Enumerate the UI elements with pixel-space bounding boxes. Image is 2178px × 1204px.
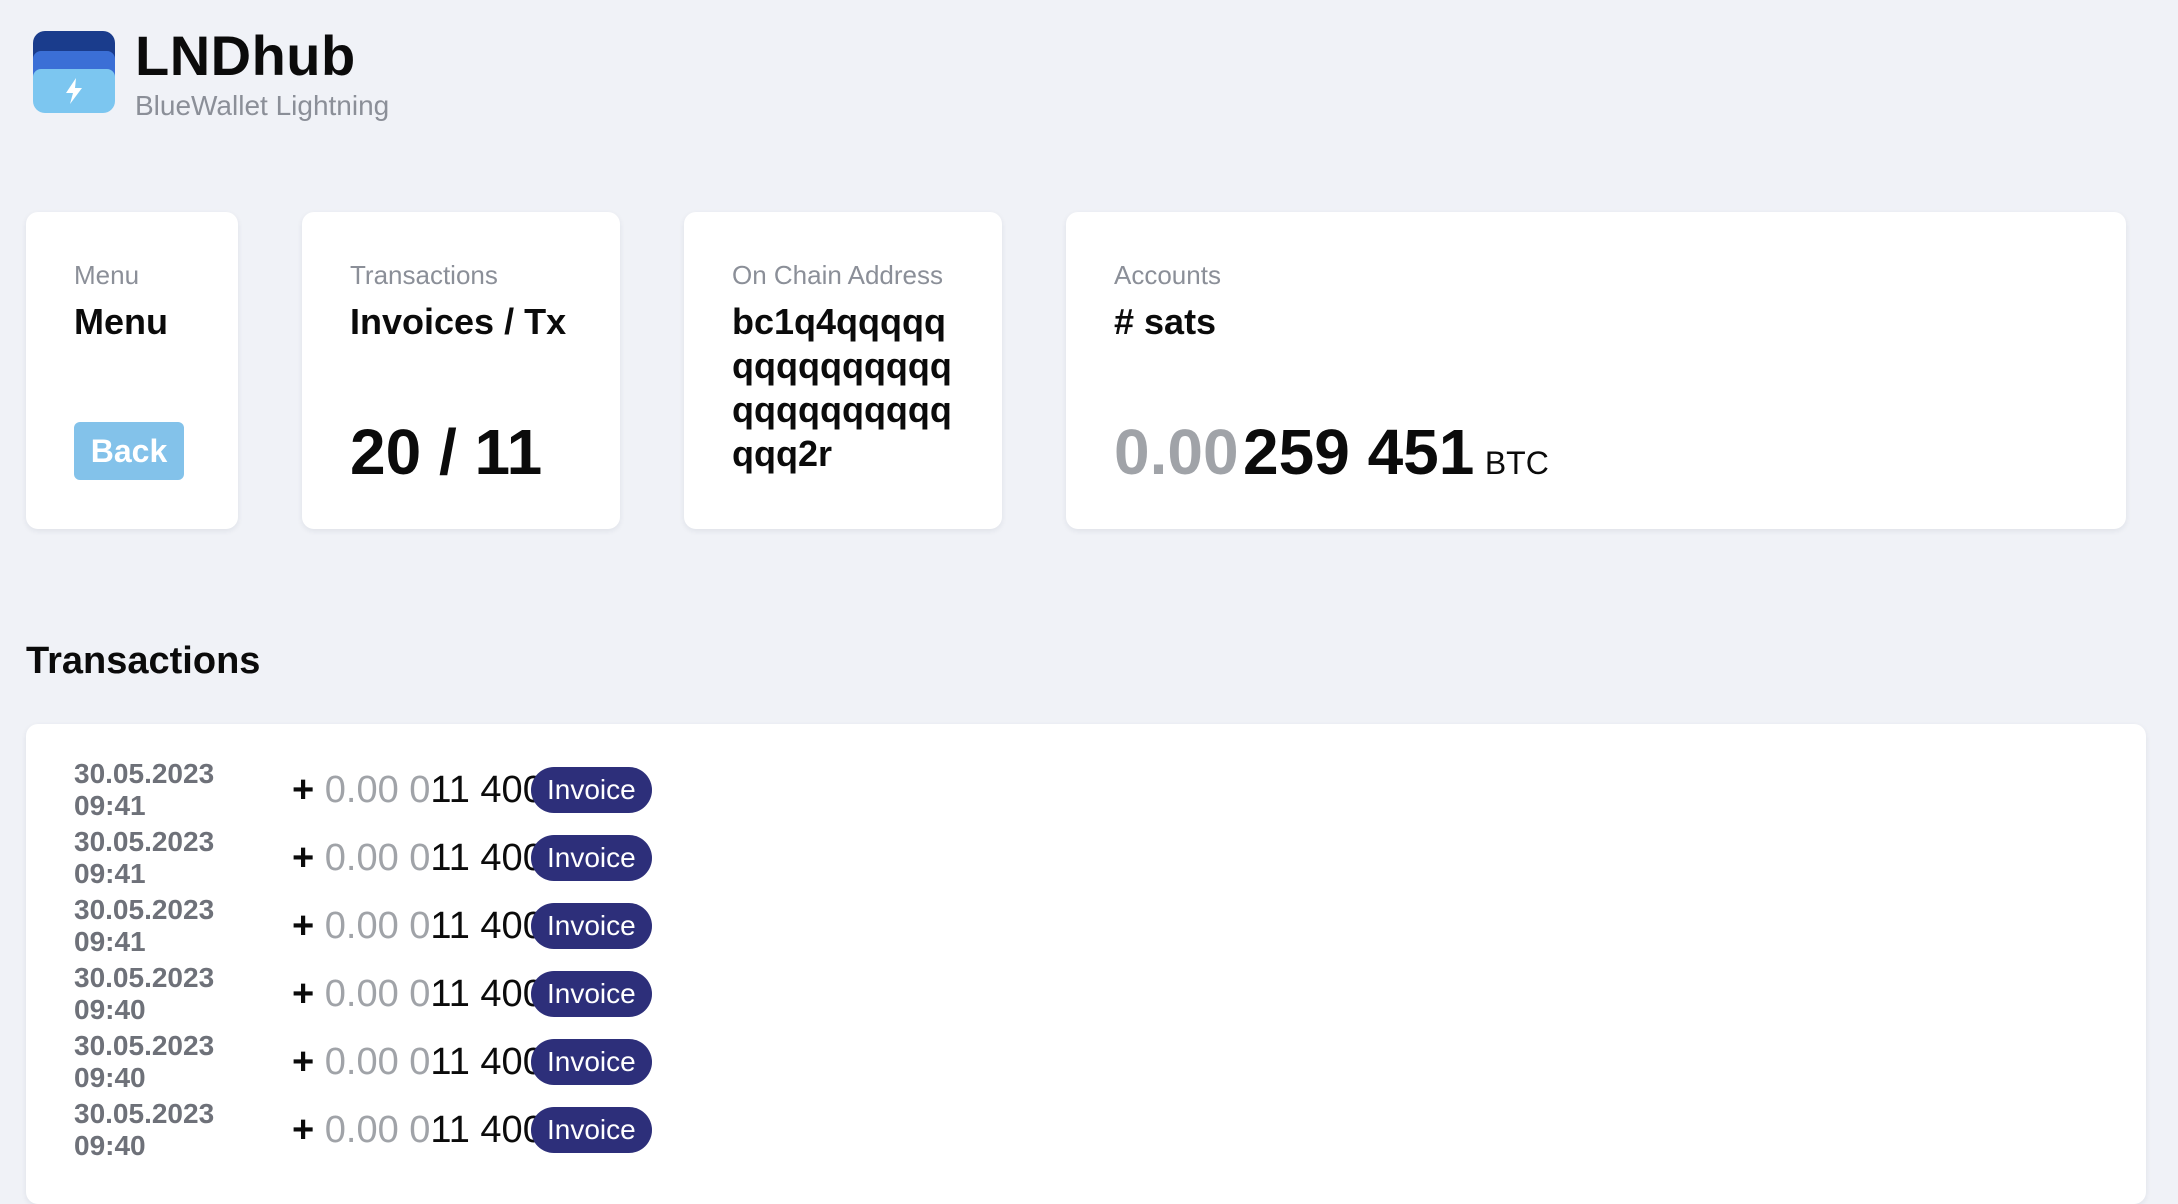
invoice-badge[interactable]: Invoice — [531, 903, 652, 949]
table-row: 30.05.2023 09:40 + 0.00 011 400 Invoice — [74, 1030, 652, 1093]
balance-unit: BTC — [1484, 445, 1549, 481]
tx-amount: + 0.00 011 400 — [292, 1108, 544, 1151]
transactions-card: Transactions Invoices / Tx 20 / 11 — [302, 212, 620, 529]
menu-card-title: Menu — [74, 301, 168, 342]
tx-date: 30.05.2023 09:40 — [74, 1030, 215, 1093]
onchain-address: bc1q4qqqqqqqqqqqqqqqqqqqqqqqqqqqq2r — [732, 301, 952, 474]
transactions-list: 30.05.2023 09:41 + 0.00 011 400 Invoice … — [26, 724, 2146, 1204]
invoice-badge[interactable]: Invoice — [531, 835, 652, 881]
tx-date: 30.05.2023 09:40 — [74, 1098, 215, 1161]
tx-date: 30.05.2023 09:41 — [74, 894, 215, 957]
back-button[interactable]: Back — [74, 422, 184, 480]
table-row: 30.05.2023 09:40 + 0.00 011 400 Invoice — [74, 962, 652, 1025]
menu-card-label: Menu — [74, 260, 140, 290]
tx-amount: + 0.00 011 400 — [292, 768, 544, 811]
app-header: LNDhub BlueWallet Lightning — [33, 27, 389, 122]
accounts-card-title: # sats — [1114, 301, 1217, 342]
tx-amount: + 0.00 011 400 — [292, 972, 544, 1015]
table-row: 30.05.2023 09:41 + 0.00 011 400 Invoice — [74, 894, 652, 957]
app-subtitle: BlueWallet Lightning — [135, 90, 390, 121]
section-title: Transactions — [26, 640, 261, 682]
tx-date: 30.05.2023 09:41 — [74, 826, 215, 889]
onchain-card-label: On Chain Address — [732, 260, 944, 290]
balance-main: 259 451 — [1243, 416, 1475, 488]
tx-amount: + 0.00 011 400 — [292, 1040, 544, 1083]
menu-card: Menu Menu Back — [26, 212, 238, 529]
balance-dim: 0.00 — [1114, 416, 1239, 488]
transactions-card-title: Invoices / Tx — [350, 301, 567, 342]
invoice-badge[interactable]: Invoice — [531, 1039, 652, 1085]
invoice-badge[interactable]: Invoice — [531, 971, 652, 1017]
brand-block: LNDhub BlueWallet Lightning — [135, 27, 389, 122]
table-row: 30.05.2023 09:41 + 0.00 011 400 Invoice — [74, 826, 652, 889]
tx-amount: + 0.00 011 400 — [292, 836, 544, 879]
table-row: 30.05.2023 09:41 + 0.00 011 400 Invoice — [74, 758, 652, 821]
invoice-badge[interactable]: Invoice — [531, 1107, 652, 1153]
accounts-card: Accounts # sats 0.00 259 451 BTC — [1066, 212, 2126, 529]
accounts-card-label: Accounts — [1114, 260, 1221, 290]
invoice-tx-count: 20 / 11 — [350, 416, 543, 488]
invoice-badge[interactable]: Invoice — [531, 767, 652, 813]
tx-date: 30.05.2023 09:41 — [74, 758, 215, 821]
table-row: 30.05.2023 09:40 + 0.00 011 400 Invoice — [74, 1098, 652, 1161]
tx-amount: + 0.00 011 400 — [292, 904, 544, 947]
balance-value: 0.00 259 451 BTC — [1114, 412, 1549, 510]
app-title: LNDhub — [135, 24, 356, 87]
onchain-address-card: On Chain Address bc1q4qqqqqqqqqqqqqqqqqq… — [684, 212, 1002, 529]
transactions-card-label: Transactions — [350, 260, 498, 290]
tx-date: 30.05.2023 09:40 — [74, 962, 215, 1025]
lightning-wallet-icon — [33, 27, 115, 115]
